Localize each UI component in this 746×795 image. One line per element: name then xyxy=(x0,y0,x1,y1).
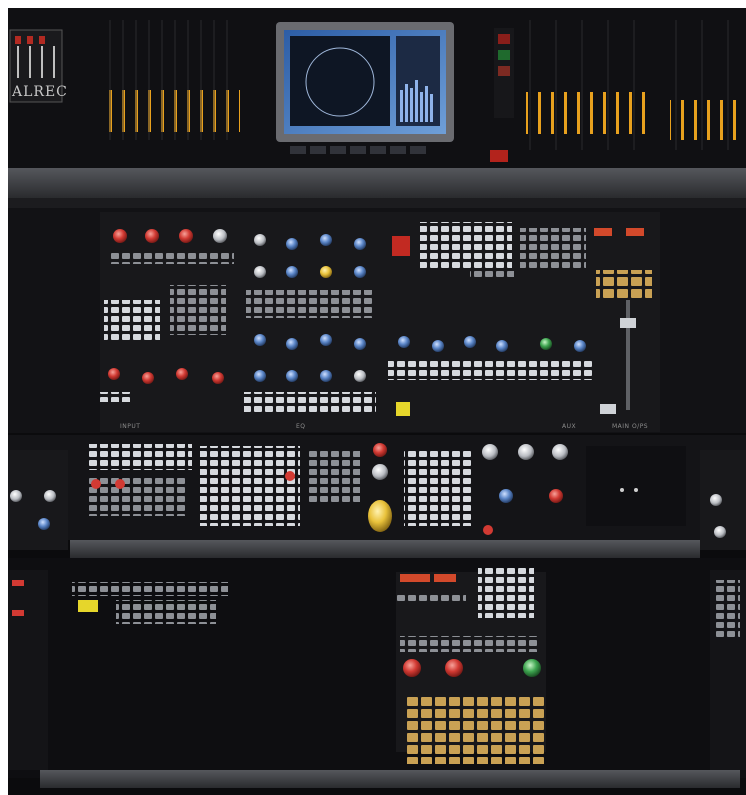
assign-keypad xyxy=(200,446,300,526)
jog-wheel[interactable] xyxy=(368,500,392,532)
eq-section-label: EQ xyxy=(296,423,306,430)
meter-bridge: ALREC xyxy=(8,8,746,168)
top-rail xyxy=(8,168,746,198)
input-gain-knob xyxy=(113,229,127,243)
master-fader-cap[interactable] xyxy=(620,318,636,328)
level-meters-right xyxy=(526,92,654,134)
scene-keys xyxy=(404,694,544,764)
input-section-label: INPUT xyxy=(120,423,140,430)
numeric-keypad xyxy=(478,568,534,618)
main-outputs-label: MAIN O/PS xyxy=(612,423,648,430)
mid-rail xyxy=(70,540,700,558)
routing-keypad xyxy=(420,222,512,268)
master-fader-track xyxy=(626,300,630,410)
level-meters-left xyxy=(108,90,240,132)
aux-section-label: AUX xyxy=(562,423,576,430)
lower-control-surface xyxy=(8,558,746,778)
armrest xyxy=(40,770,740,788)
brand-logo-text: ALREC xyxy=(11,84,68,100)
mixing-console-photo: ALREC INPUT EQ AUX MAIN O/PS xyxy=(0,0,746,795)
upper-control-surface: INPUT EQ AUX MAIN O/PS xyxy=(8,208,746,433)
middle-control-surface xyxy=(8,435,746,550)
